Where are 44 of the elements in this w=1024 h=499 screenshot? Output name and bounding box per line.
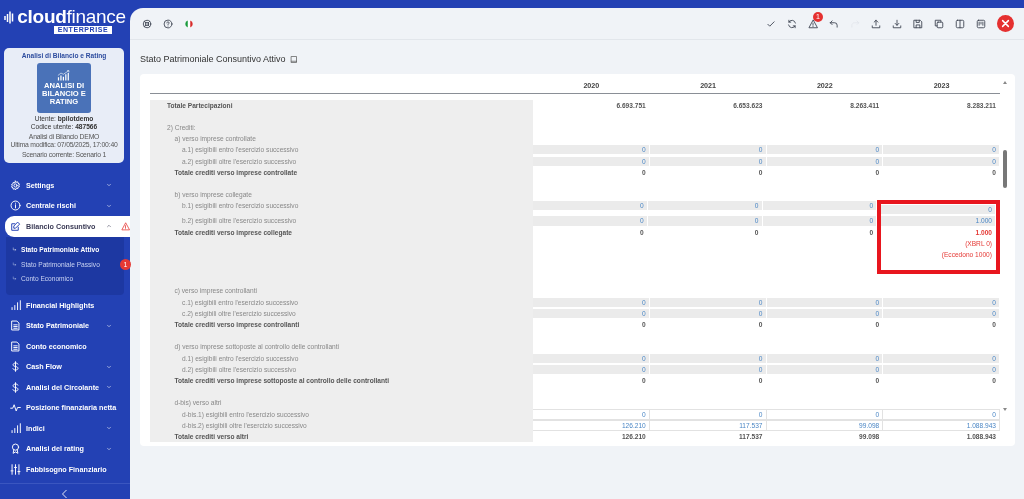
return-arrow-icon	[12, 247, 17, 253]
bar-chart-icon	[10, 299, 21, 311]
edit-icon	[10, 220, 21, 232]
download-icon[interactable]	[892, 18, 902, 29]
warning-icon[interactable]	[808, 18, 818, 29]
award-icon	[10, 443, 21, 455]
return-arrow-icon	[12, 276, 17, 282]
help-icon[interactable]	[163, 18, 173, 29]
layout-icon[interactable]	[976, 18, 986, 29]
book-icon[interactable]	[289, 54, 298, 64]
document-icon	[10, 340, 21, 352]
chevron-up-icon	[106, 223, 112, 230]
close-button[interactable]	[997, 15, 1014, 32]
chevron-down-icon	[106, 363, 112, 370]
chevron-down-icon	[106, 182, 112, 189]
undo-icon[interactable]	[829, 18, 839, 29]
pulse-icon	[10, 402, 21, 414]
logo-bars-icon	[4, 9, 15, 25]
chevron-down-icon	[106, 425, 112, 432]
check-icon[interactable]	[766, 18, 776, 29]
chevron-left-icon[interactable]	[60, 487, 70, 499]
bar-chart-icon	[10, 422, 21, 434]
dollar-icon	[10, 361, 21, 373]
columns-icon[interactable]	[955, 18, 965, 29]
chevron-down-icon	[106, 445, 112, 452]
info-icon	[10, 200, 21, 212]
page-title: Stato Patrimoniale Consuntivo Attivo	[140, 54, 286, 64]
return-arrow-icon	[12, 261, 17, 267]
settings-icon	[10, 179, 21, 191]
flag-icon[interactable]	[184, 18, 194, 29]
dollar-icon	[10, 381, 21, 393]
logo-text: cloudfinance	[17, 8, 126, 26]
save-icon[interactable]	[913, 18, 923, 29]
chevron-down-icon	[106, 322, 112, 329]
chart-icon	[55, 70, 73, 81]
chevron-down-icon	[106, 384, 112, 391]
lifebuoy-icon[interactable]	[142, 18, 152, 29]
copy-icon[interactable]	[934, 18, 944, 29]
document-icon	[10, 320, 21, 332]
refresh-icon[interactable]	[787, 18, 797, 29]
warning-icon	[121, 221, 130, 231]
chevron-down-icon	[106, 202, 112, 209]
sliders-icon	[10, 463, 21, 475]
upload-icon[interactable]	[871, 18, 881, 29]
